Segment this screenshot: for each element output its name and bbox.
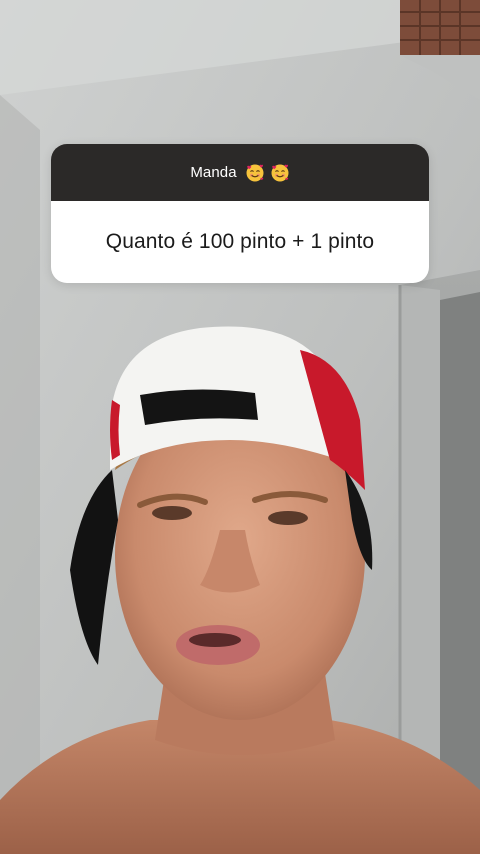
question-sticker-body: Quanto é 100 pinto + 1 pinto bbox=[51, 201, 429, 283]
background-video-frame bbox=[0, 0, 480, 854]
question-prompt: Manda bbox=[190, 164, 237, 181]
question-sticker-header: Manda bbox=[51, 144, 429, 201]
question-sticker[interactable]: Manda Quanto é 100 pinto + 1 pinto bbox=[51, 144, 429, 283]
smiling-face-with-hearts-icon bbox=[246, 164, 264, 181]
story-screen: Manda Quanto é 100 pinto + 1 pinto bbox=[0, 0, 480, 854]
smiling-face-with-hearts-icon bbox=[271, 164, 289, 181]
question-text: Quanto é 100 pinto + 1 pinto bbox=[105, 230, 375, 253]
